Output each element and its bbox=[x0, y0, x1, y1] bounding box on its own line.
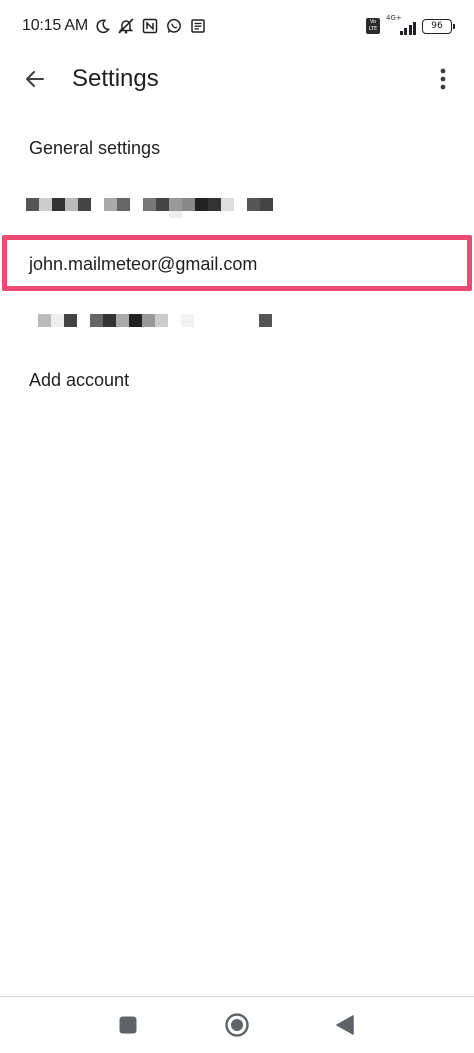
square-icon bbox=[119, 1016, 137, 1034]
system-back-button[interactable] bbox=[331, 1011, 359, 1039]
moon-icon bbox=[93, 17, 111, 35]
arrow-back-icon bbox=[26, 71, 44, 87]
status-icons-left bbox=[93, 17, 207, 35]
account-item-redacted-1[interactable] bbox=[0, 184, 474, 230]
back-button[interactable] bbox=[18, 62, 52, 96]
app-bar: Settings bbox=[0, 54, 474, 106]
circle-icon bbox=[225, 1013, 249, 1037]
account-item-redacted-2[interactable] bbox=[0, 300, 474, 346]
status-icons-right: Vo LTE 4G+ 96 bbox=[366, 14, 455, 37]
network-type: 4G+ bbox=[386, 14, 402, 22]
account-item-john[interactable]: john.mailmeteor@gmail.com bbox=[0, 234, 474, 294]
signal-icon: 4G+ bbox=[386, 14, 416, 36]
home-button[interactable] bbox=[223, 1011, 251, 1039]
general-settings-label: General settings bbox=[29, 138, 161, 158]
triangle-back-icon bbox=[336, 1015, 354, 1035]
battery-icon: 96 bbox=[422, 18, 455, 34]
status-bar: 10:15 AM Vo LTE 4G+ 96 bbox=[0, 0, 474, 54]
signal-bars bbox=[399, 22, 416, 35]
system-nav-bar bbox=[0, 996, 474, 1053]
mute-icon bbox=[117, 17, 135, 35]
add-account-label: Add account bbox=[29, 370, 130, 390]
account-email-label: john.mailmeteor@gmail.com bbox=[29, 254, 258, 274]
page-title: Settings bbox=[72, 65, 159, 92]
more-vert-icon bbox=[440, 68, 446, 90]
nfc-icon bbox=[141, 17, 159, 35]
redacted-email-1 bbox=[26, 198, 273, 211]
recents-button[interactable] bbox=[114, 1011, 142, 1039]
more-options-button[interactable] bbox=[426, 62, 460, 96]
add-account-item[interactable]: Add account bbox=[0, 358, 474, 404]
volte-icon: Vo LTE bbox=[366, 18, 380, 34]
whatsapp-icon bbox=[165, 17, 183, 35]
news-icon bbox=[189, 17, 207, 35]
redacted-email-2 bbox=[38, 314, 272, 327]
status-time: 10:15 AM bbox=[22, 17, 89, 34]
general-settings-item[interactable]: General settings bbox=[0, 126, 474, 172]
redacted-email-1-tail bbox=[169, 211, 182, 218]
